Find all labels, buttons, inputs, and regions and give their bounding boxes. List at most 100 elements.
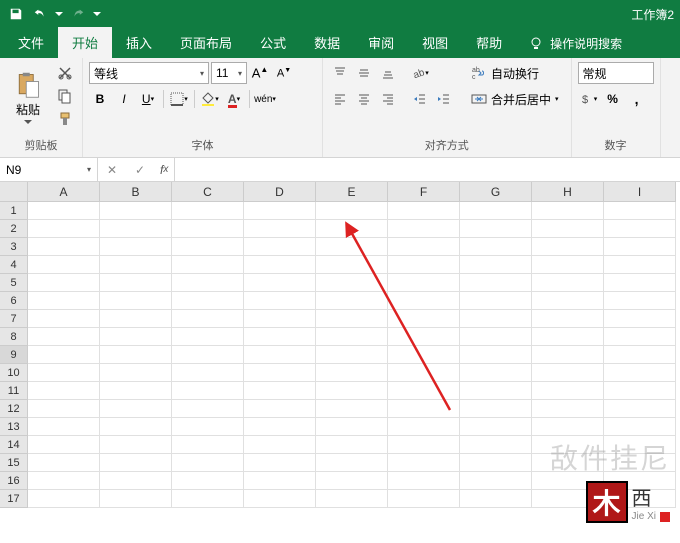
cell[interactable] (460, 472, 532, 490)
redo-button[interactable] (68, 4, 88, 24)
cell[interactable] (100, 328, 172, 346)
cell[interactable] (532, 364, 604, 382)
cell[interactable] (244, 418, 316, 436)
tab-home[interactable]: 开始 (58, 27, 112, 58)
cell[interactable] (604, 382, 676, 400)
cell[interactable] (388, 382, 460, 400)
cell[interactable] (460, 490, 532, 508)
cell[interactable] (100, 346, 172, 364)
cell[interactable] (172, 490, 244, 508)
underline-button[interactable]: U▾ (137, 88, 159, 110)
qat-customize[interactable] (92, 4, 102, 24)
row-header[interactable]: 11 (0, 382, 28, 400)
row-header[interactable]: 5 (0, 274, 28, 292)
cell[interactable] (532, 328, 604, 346)
row-header[interactable]: 17 (0, 490, 28, 508)
cell[interactable] (244, 346, 316, 364)
align-left-button[interactable] (329, 88, 351, 110)
cell[interactable] (460, 382, 532, 400)
cell[interactable] (388, 256, 460, 274)
cell[interactable] (28, 490, 100, 508)
cell[interactable] (244, 472, 316, 490)
cell[interactable] (532, 202, 604, 220)
cell[interactable] (172, 220, 244, 238)
cell[interactable] (604, 220, 676, 238)
tab-insert[interactable]: 插入 (112, 27, 166, 58)
undo-dropdown[interactable] (54, 4, 64, 24)
column-header[interactable]: H (532, 182, 604, 202)
cell[interactable] (532, 274, 604, 292)
align-right-button[interactable] (377, 88, 399, 110)
number-format-box[interactable]: 常规 (578, 62, 654, 84)
cell[interactable] (460, 346, 532, 364)
cell[interactable] (172, 292, 244, 310)
row-header[interactable]: 15 (0, 454, 28, 472)
cell[interactable] (388, 400, 460, 418)
cell[interactable] (388, 472, 460, 490)
cell[interactable] (28, 220, 100, 238)
cell[interactable] (316, 436, 388, 454)
cell[interactable] (388, 436, 460, 454)
cell[interactable] (532, 238, 604, 256)
column-header[interactable]: F (388, 182, 460, 202)
row-header[interactable]: 10 (0, 364, 28, 382)
cell[interactable] (316, 364, 388, 382)
fill-color-button[interactable]: ▾ (199, 88, 221, 110)
cell[interactable] (604, 310, 676, 328)
font-color-button[interactable]: A▾ (223, 88, 245, 110)
row-header[interactable]: 2 (0, 220, 28, 238)
cell[interactable] (100, 220, 172, 238)
cell[interactable] (172, 202, 244, 220)
row-header[interactable]: 13 (0, 418, 28, 436)
row-header[interactable]: 8 (0, 328, 28, 346)
cell[interactable] (532, 292, 604, 310)
cell[interactable] (100, 382, 172, 400)
cell[interactable] (100, 436, 172, 454)
row-header[interactable]: 14 (0, 436, 28, 454)
cell[interactable] (28, 328, 100, 346)
cell[interactable] (172, 418, 244, 436)
cell[interactable] (316, 220, 388, 238)
orientation-button[interactable]: ab▾ (409, 62, 431, 84)
cell[interactable] (604, 274, 676, 292)
italic-button[interactable]: I (113, 88, 135, 110)
cell[interactable] (532, 346, 604, 364)
cell[interactable] (244, 310, 316, 328)
column-header[interactable]: G (460, 182, 532, 202)
tab-file[interactable]: 文件 (4, 27, 58, 58)
column-header[interactable]: A (28, 182, 100, 202)
cell[interactable] (100, 256, 172, 274)
cell[interactable] (316, 310, 388, 328)
cell[interactable] (460, 202, 532, 220)
cell[interactable] (460, 364, 532, 382)
wrap-text-button[interactable]: abc 自动换行 (465, 62, 565, 84)
cell[interactable] (316, 292, 388, 310)
cell[interactable] (316, 490, 388, 508)
cell[interactable] (604, 400, 676, 418)
cell[interactable] (388, 346, 460, 364)
row-header[interactable]: 6 (0, 292, 28, 310)
font-size-box[interactable]: 11 ▾ (211, 62, 247, 84)
cell[interactable] (100, 238, 172, 256)
cell[interactable] (172, 364, 244, 382)
column-header[interactable]: D (244, 182, 316, 202)
cell[interactable] (100, 400, 172, 418)
cell[interactable] (100, 202, 172, 220)
cell[interactable] (100, 292, 172, 310)
row-header[interactable]: 1 (0, 202, 28, 220)
cell[interactable] (244, 256, 316, 274)
align-top-button[interactable] (329, 62, 351, 84)
cell[interactable] (172, 256, 244, 274)
cell[interactable] (28, 436, 100, 454)
tab-formulas[interactable]: 公式 (246, 27, 300, 58)
cell[interactable] (244, 454, 316, 472)
column-header[interactable]: B (100, 182, 172, 202)
percent-button[interactable]: % (602, 88, 624, 110)
cell[interactable] (316, 472, 388, 490)
cell[interactable] (28, 400, 100, 418)
cell[interactable] (244, 364, 316, 382)
decrease-indent-button[interactable] (409, 88, 431, 110)
cell[interactable] (604, 238, 676, 256)
tab-review[interactable]: 审阅 (354, 27, 408, 58)
cell[interactable] (244, 220, 316, 238)
